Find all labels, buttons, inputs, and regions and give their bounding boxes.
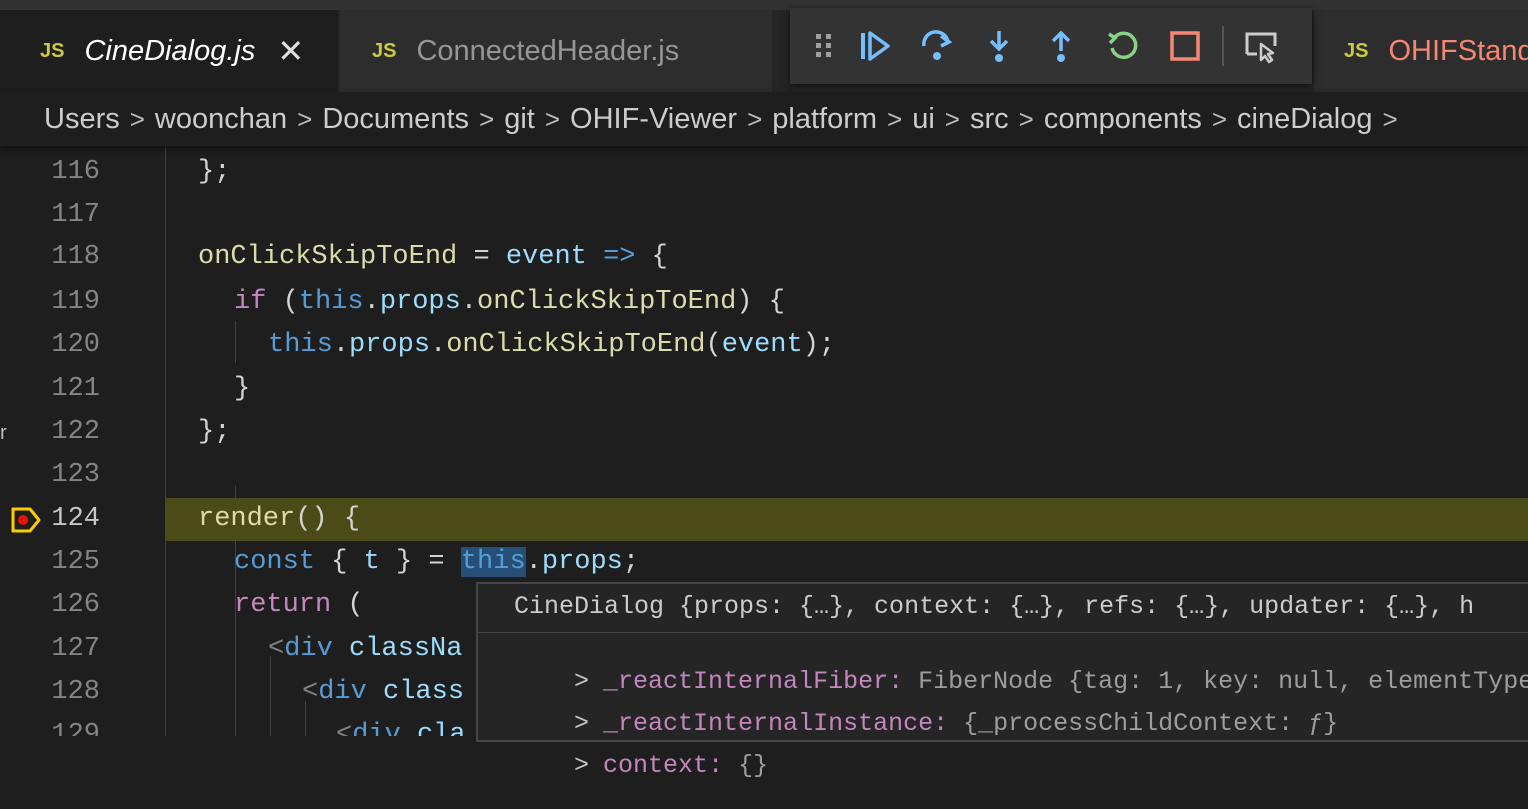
- code-text: <div classNa: [268, 634, 463, 664]
- hover-tree-item[interactable]: > context: {}: [514, 722, 768, 809]
- tab-label: OHIFStandaloneViewer.js: [1388, 34, 1528, 67]
- js-file-icon: JS: [1344, 39, 1369, 62]
- step-into-button[interactable]: [968, 16, 1030, 76]
- debug-hover-widget[interactable]: CineDialog {props: {…}, context: {…}, re…: [476, 582, 1528, 780]
- step-into-icon: [989, 31, 1009, 62]
- breadcrumb: Users > woonchan > Documents > git > OHI…: [0, 92, 1528, 146]
- tab-label: ConnectedHeader.js: [416, 34, 680, 67]
- line-number: 126: [51, 590, 100, 620]
- code-line: 123: [0, 454, 1528, 497]
- code-line: 119 if (this.props.onClickSkipToEnd) {: [0, 281, 1528, 324]
- line-number: 128: [51, 677, 100, 707]
- breadcrumb-item[interactable]: Users: [44, 103, 120, 136]
- chevron-right-icon: >: [1382, 103, 1398, 134]
- breadcrumb-item[interactable]: components: [1044, 103, 1202, 136]
- continue-button[interactable]: [844, 16, 906, 76]
- code-line-current: 124 render() {: [0, 498, 1528, 541]
- tab-label: CineDialog.js: [84, 34, 256, 67]
- code-text: this.props.onClickSkipToEnd(event);: [268, 330, 836, 360]
- breadcrumb-item[interactable]: platform: [772, 103, 877, 136]
- code-line: 116 };: [0, 151, 1528, 194]
- code-text: const { t } = this.props;: [234, 547, 640, 577]
- chevron-right-icon: >: [479, 103, 495, 134]
- line-number: 118: [51, 242, 100, 272]
- line-number: 120: [51, 330, 100, 360]
- code-line: 117: [0, 194, 1528, 237]
- tab-ohifstandaloneviewer[interactable]: JS OHIFStandaloneViewer.js: [1314, 10, 1528, 92]
- inspect-button[interactable]: [1230, 16, 1292, 76]
- breadcrumb-item[interactable]: woonchan: [155, 103, 287, 136]
- js-file-icon: JS: [372, 39, 397, 62]
- code-text: return (: [234, 590, 364, 620]
- line-number: 117: [51, 200, 100, 230]
- stop-button[interactable]: [1154, 16, 1216, 76]
- step-out-icon: [1051, 30, 1071, 62]
- step-out-button[interactable]: [1030, 16, 1092, 76]
- code-line: 121 }: [0, 368, 1528, 411]
- breadcrumb-item[interactable]: src: [970, 103, 1009, 136]
- chevron-right-icon: >: [297, 103, 313, 134]
- close-icon[interactable]: ✕: [277, 35, 304, 67]
- hover-header: CineDialog {props: {…}, context: {…}, re…: [514, 592, 1475, 621]
- code-text: };: [198, 417, 231, 447]
- step-over-button[interactable]: [906, 16, 968, 76]
- drag-grip-icon[interactable]: [804, 16, 844, 76]
- chevron-right-icon[interactable]: >: [574, 751, 589, 780]
- line-number: 119: [51, 287, 100, 317]
- code-line: 118 onClickSkipToEnd = event => {: [0, 236, 1528, 279]
- stop-icon: [1170, 31, 1200, 61]
- js-file-icon: JS: [40, 39, 65, 62]
- code-text: onClickSkipToEnd = event => {: [198, 242, 668, 272]
- chevron-right-icon: >: [1211, 103, 1228, 134]
- line-number: 122: [51, 417, 100, 447]
- line-number: 129: [51, 720, 100, 736]
- restart-button[interactable]: [1092, 16, 1154, 76]
- code-line: 120 this.props.onClickSkipToEnd(event);: [0, 324, 1528, 367]
- line-number: 127: [51, 634, 100, 664]
- breadcrumb-item[interactable]: cineDialog: [1237, 103, 1372, 136]
- code-text: <div cla: [336, 720, 466, 736]
- breadcrumb-item[interactable]: git: [504, 103, 535, 136]
- code-text: };: [198, 157, 231, 187]
- breadcrumb-item[interactable]: OHIF-Viewer: [570, 103, 737, 136]
- chevron-right-icon: >: [1018, 103, 1034, 134]
- tab-connectedheader[interactable]: JS ConnectedHeader.js: [340, 10, 772, 92]
- continue-icon: [861, 31, 890, 61]
- chevron-right-icon: >: [129, 103, 145, 134]
- tab-cinedialog[interactable]: JS CineDialog.js ✕: [0, 10, 338, 92]
- breadcrumb-item[interactable]: ui: [912, 103, 935, 136]
- code-text: <div class: [302, 677, 465, 707]
- inspect-icon: [1245, 32, 1277, 64]
- restart-icon: [1108, 31, 1138, 60]
- line-number: 116: [51, 157, 100, 187]
- code-text: render() {: [198, 504, 361, 534]
- property-value: {_processChildContext: ƒ}: [948, 709, 1339, 738]
- code-text: }: [234, 374, 251, 404]
- hover-divider: [478, 632, 1528, 633]
- property-value: {}: [723, 751, 769, 780]
- chevron-right-icon: >: [944, 103, 960, 134]
- code-line: 125 const { t } = this.props;: [0, 541, 1528, 584]
- chevron-right-icon: >: [747, 103, 763, 134]
- toolbar-separator: [1222, 26, 1224, 66]
- debug-toolbar: [790, 8, 1312, 84]
- property-key: context: [603, 751, 709, 780]
- code-line: 122 };: [0, 411, 1528, 454]
- current-line-highlight: [165, 498, 1528, 541]
- line-number: 123: [51, 460, 100, 490]
- line-number: 121: [51, 374, 100, 404]
- hovered-token[interactable]: this: [460, 547, 526, 577]
- property-colon: :: [708, 751, 724, 780]
- breadcrumb-item[interactable]: Documents: [322, 103, 469, 136]
- chevron-right-icon: >: [887, 103, 903, 134]
- step-over-icon: [922, 30, 953, 60]
- chevron-right-icon: >: [544, 103, 561, 134]
- line-number: 124: [51, 504, 100, 534]
- code-text: if (this.props.onClickSkipToEnd) {: [234, 287, 785, 317]
- property-colon: :: [933, 709, 949, 738]
- line-number: 125: [51, 547, 100, 577]
